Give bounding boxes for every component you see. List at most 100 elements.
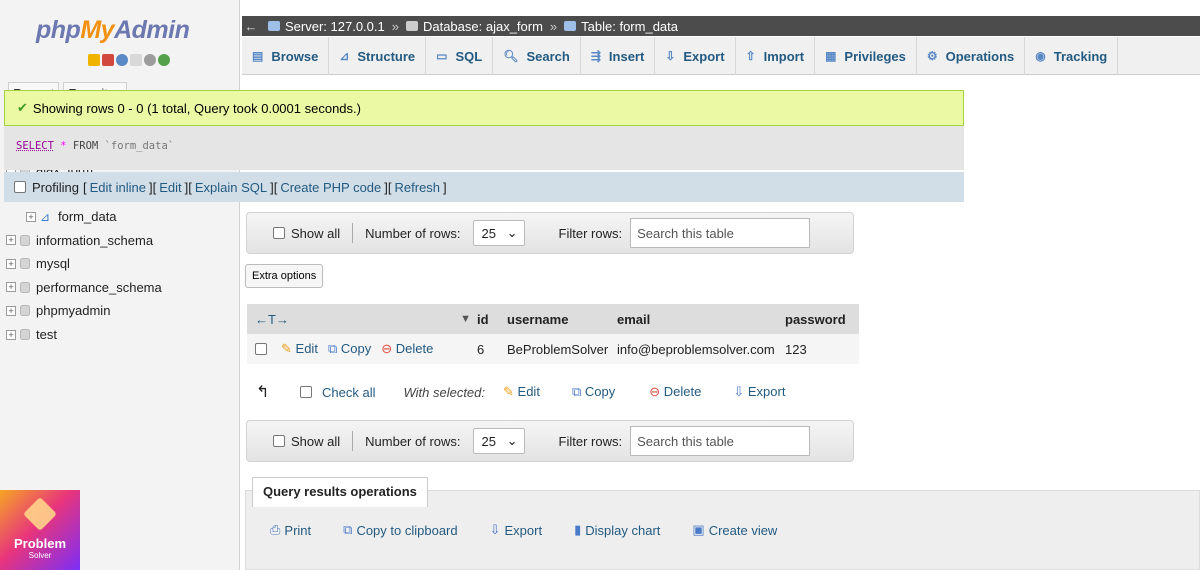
tree-item-form-data[interactable]: + ⊿ form_data xyxy=(6,205,162,229)
column-password[interactable]: password xyxy=(785,312,857,327)
check-all-label[interactable]: Check all xyxy=(322,385,375,400)
copy-to-clipboard-button[interactable]: ⧉ Copy to clipboard xyxy=(343,522,457,538)
chevron-down-icon: ⌄ xyxy=(506,225,518,240)
breadcrumb-table[interactable]: Table: form_data xyxy=(564,19,678,34)
breadcrumb-server[interactable]: Server: 127.0.0.1 xyxy=(268,19,385,34)
query-results-operations-title: Query results operations xyxy=(252,477,428,507)
brand-line1: Problem xyxy=(13,536,66,551)
tree-item-label: information_schema xyxy=(36,232,154,248)
expand-icon[interactable]: + xyxy=(26,211,36,222)
edit-link[interactable]: Edit xyxy=(159,180,181,195)
display-chart-button[interactable]: ▮ Display chart xyxy=(574,522,660,538)
tab-insert[interactable]: ⇶ Insert xyxy=(581,37,656,75)
bulk-export-button[interactable]: ⇩ Export xyxy=(733,384,785,400)
tab-label: Import xyxy=(763,48,805,64)
expand-icon[interactable]: + xyxy=(6,258,16,269)
phpmyadmin-logo[interactable]: phpMyAdmin xyxy=(36,16,190,45)
tab-label: Tracking xyxy=(1053,48,1108,64)
tab-label: Structure xyxy=(357,48,416,64)
pencil-icon: ✎ xyxy=(281,341,292,356)
bulk-delete-button[interactable]: ⊖ Delete xyxy=(649,384,701,400)
refresh-link[interactable]: Refresh xyxy=(395,180,441,195)
tree-item-mysql[interactable]: + mysql xyxy=(6,252,162,276)
database-icon xyxy=(20,234,30,246)
expand-icon[interactable]: + xyxy=(6,235,16,246)
tree-item-information-schema[interactable]: + information_schema xyxy=(6,228,162,252)
cell-password[interactable]: 123 xyxy=(785,342,857,357)
edit-inline-link[interactable]: Edit inline xyxy=(90,180,146,195)
database-icon xyxy=(20,281,30,293)
create-php-code-link[interactable]: Create PHP code xyxy=(280,180,381,195)
docs-icon[interactable] xyxy=(130,54,142,66)
filter-rows-input[interactable]: Search this table xyxy=(630,218,811,248)
rows-select-bottom[interactable]: 25 ⌄ xyxy=(472,428,525,454)
show-all-checkbox[interactable] xyxy=(273,227,285,239)
row-edit-link[interactable]: ✎ Edit xyxy=(281,341,318,357)
cell-id[interactable]: 6 xyxy=(477,342,507,357)
tab-export[interactable]: ⇩ Export xyxy=(655,37,736,75)
sort-toggle-icon[interactable]: ▼ xyxy=(460,313,471,325)
check-all-checkbox[interactable] xyxy=(300,386,312,398)
breadcrumb-database[interactable]: Database: ajax_form xyxy=(405,19,543,34)
tab-browse[interactable]: ▤ Browse xyxy=(242,37,330,75)
import-icon: ⇧ xyxy=(745,49,756,63)
show-all-checkbox-bottom[interactable] xyxy=(273,435,285,447)
column-arrows[interactable]: ←T→ ▼ xyxy=(247,312,477,327)
row-copy-link[interactable]: ⧉ Copy xyxy=(328,341,371,357)
tab-search[interactable]: 🔍︎ Search xyxy=(493,37,581,75)
tree-item-phpmyadmin[interactable]: + phpmyadmin xyxy=(6,299,162,323)
print-button[interactable]: ⎙ Print xyxy=(270,522,311,538)
tree-item-performance-schema[interactable]: + performance_schema xyxy=(6,276,162,300)
pencil-icon: ✎ xyxy=(503,384,514,399)
sql-query[interactable]: SELECT * FROM `form_data` xyxy=(4,126,964,170)
cell-username[interactable]: BeProblemSolver xyxy=(507,342,617,357)
database-icon xyxy=(20,329,30,341)
tab-label: Operations xyxy=(945,48,1015,64)
rows-select[interactable]: 25 ⌄ xyxy=(472,220,525,246)
server-icon xyxy=(268,21,280,31)
column-id[interactable]: id xyxy=(477,312,507,327)
settings-icon[interactable] xyxy=(144,54,156,66)
expand-icon[interactable]: + xyxy=(6,329,16,340)
expand-icon[interactable]: + xyxy=(6,282,16,293)
tab-tracking[interactable]: ◉ Tracking xyxy=(1025,37,1119,75)
home-icon[interactable] xyxy=(88,54,100,66)
tab-import[interactable]: ⇧ Import xyxy=(736,37,816,75)
collapse-arrow-icon[interactable]: ← xyxy=(244,19,258,34)
expand-icon[interactable]: + xyxy=(6,305,16,316)
copy-icon: ⧉ xyxy=(343,522,353,537)
row-checkbox[interactable] xyxy=(255,343,267,355)
profiling-checkbox[interactable] xyxy=(14,181,26,193)
tab-label: SQL xyxy=(455,48,483,64)
export-icon: ⇩ xyxy=(665,49,676,63)
tree-item-test[interactable]: + test xyxy=(6,323,162,347)
reload-icon[interactable] xyxy=(158,54,170,66)
bulk-edit-button[interactable]: ✎ Edit xyxy=(503,384,540,400)
database-icon xyxy=(20,258,30,270)
breadcrumb: ← Server: 127.0.0.1 » Database: ajax_for… xyxy=(242,16,1200,36)
column-username[interactable]: username xyxy=(507,312,617,327)
tab-structure[interactable]: ⊿ Structure xyxy=(329,37,427,75)
explain-sql-link[interactable]: Explain SQL xyxy=(195,180,267,195)
delete-icon: ⊖ xyxy=(381,341,393,356)
cell-email[interactable]: info@beproblemsolver.com xyxy=(617,342,785,357)
extra-options-button[interactable]: Extra options xyxy=(245,264,324,288)
tab-privileges[interactable]: ▦ Privileges xyxy=(815,37,917,75)
profiling-bar: Profiling [ Edit inline ][ Edit ][ Expla… xyxy=(4,172,964,202)
column-email[interactable]: email xyxy=(617,312,785,327)
table-row: ✎ Edit ⧉ Copy ⊖ Delete 6 BeProblemSolver… xyxy=(247,334,859,364)
tab-operations[interactable]: ⚙︎ Operations xyxy=(917,37,1026,75)
table-icon xyxy=(564,21,577,31)
navigation-bar-top: Show all Number of rows: 25 ⌄ Filter rows… xyxy=(246,212,854,254)
filter-rows-input-bottom[interactable]: Search this table xyxy=(630,426,811,456)
create-view-button[interactable]: ▣ Create view xyxy=(692,522,777,538)
tree-item-label: performance_schema xyxy=(36,279,162,295)
row-delete-link[interactable]: ⊖ Delete xyxy=(381,341,433,357)
privileges-icon: ▦ xyxy=(825,49,837,63)
tab-sql[interactable]: ▭ SQL xyxy=(426,37,494,75)
export-button[interactable]: ⇩ Export xyxy=(490,522,542,538)
logout-icon[interactable] xyxy=(102,54,114,66)
help-icon[interactable] xyxy=(116,54,128,66)
tab-label: Privileges xyxy=(844,48,906,64)
bulk-copy-button[interactable]: ⧉ Copy xyxy=(572,384,615,400)
